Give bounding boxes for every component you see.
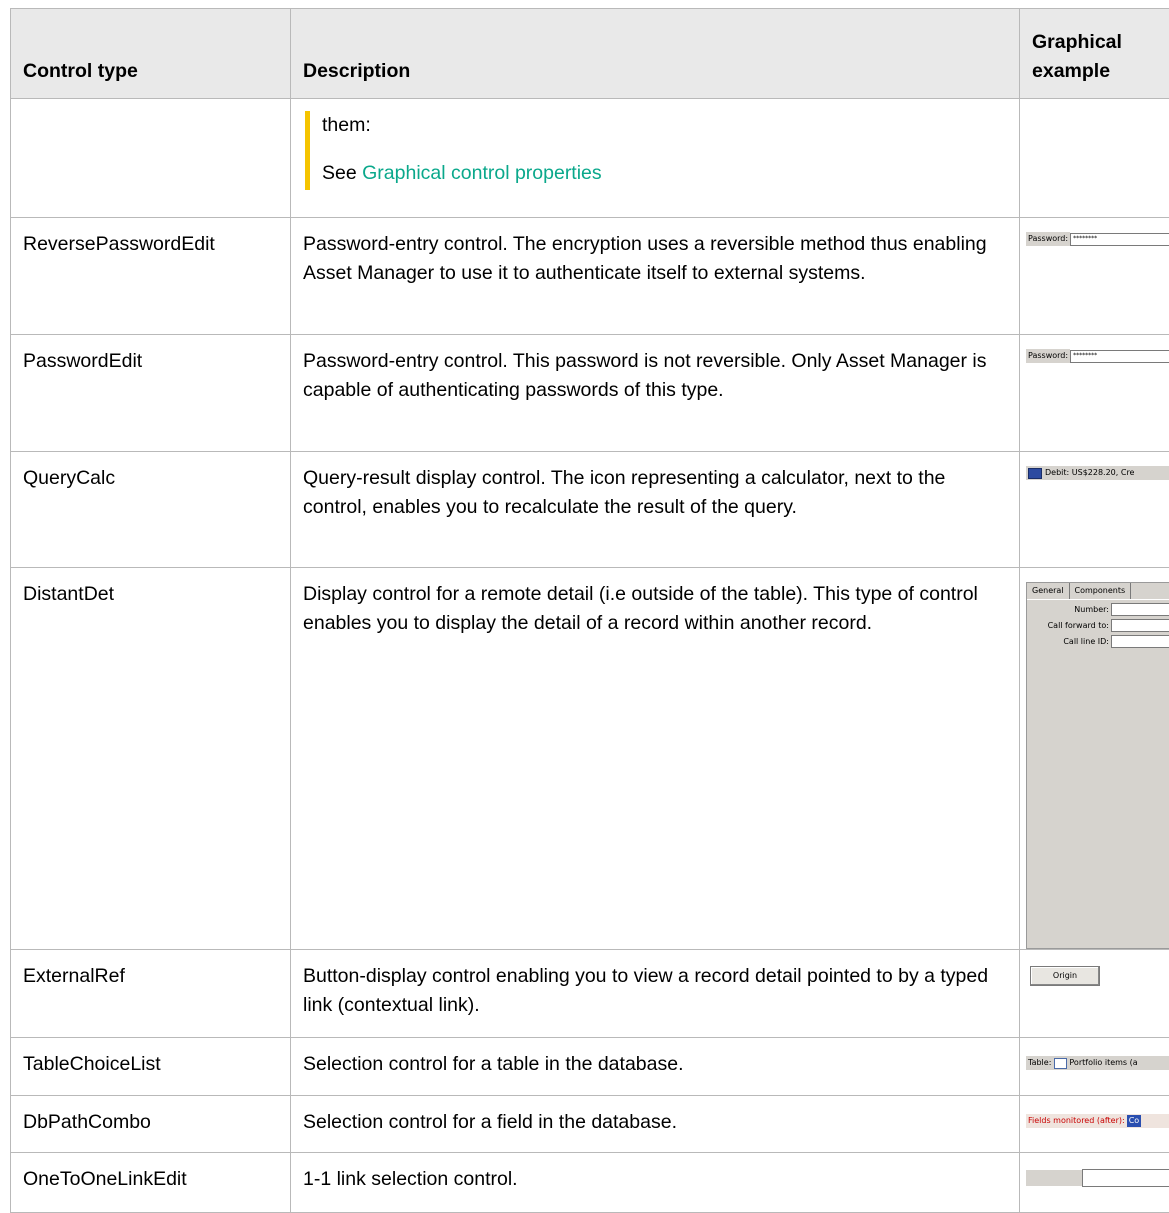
detail-field-row: Number: — [1027, 603, 1169, 616]
cell-description: Password-entry control. The encryption u… — [291, 218, 1020, 335]
table-row: DistantDet Display control for a remote … — [11, 568, 1169, 950]
cell-description: Display control for a remote detail (i.e… — [291, 568, 1020, 950]
cell-control-type: QueryCalc — [11, 452, 291, 568]
cell-example: Table: Portfolio items (a — [1020, 1038, 1169, 1096]
password-example: Password: ******** — [1026, 232, 1169, 246]
cell-description: Password-entry control. This password is… — [291, 335, 1020, 452]
cell-example: Debit: US$228.20, Cre — [1020, 452, 1169, 568]
table-row: TableChoiceList Selection control for a … — [11, 1038, 1169, 1096]
table-row: ReversePasswordEdit Password-entry contr… — [11, 218, 1169, 335]
calculator-icon — [1028, 468, 1042, 479]
header-description: Description — [291, 9, 1020, 99]
call-forward-label: Call forward to: — [1048, 620, 1109, 632]
cell-control-type: DbPathCombo — [11, 1096, 291, 1153]
dbpath-example: Fields monitored (after): Co — [1026, 1114, 1169, 1128]
control-types-table: Control type Description Graphical examp… — [10, 8, 1169, 1213]
cell-example: Origin — [1020, 950, 1169, 1038]
table-row: DbPathCombo Selection control for a fiel… — [11, 1096, 1169, 1153]
table-row: PasswordEdit Password-entry control. Thi… — [11, 335, 1169, 452]
table-row: OneToOneLinkEdit 1-1 link selection cont… — [11, 1153, 1169, 1213]
cell-description: Button-display control enabling you to v… — [291, 950, 1020, 1038]
password-field: ******** — [1070, 233, 1169, 246]
cell-example — [1020, 99, 1169, 218]
table-value: Portfolio items (a — [1069, 1057, 1137, 1069]
call-line-id-field — [1111, 635, 1169, 648]
table-row: QueryCalc Query-result display control. … — [11, 452, 1169, 568]
one-to-one-example — [1026, 1169, 1169, 1187]
table-row: them: See Graphical control properties — [11, 99, 1169, 218]
number-label: Number: — [1074, 604, 1109, 616]
link-field — [1082, 1169, 1169, 1187]
cell-control-type: OneToOneLinkEdit — [11, 1153, 291, 1213]
password-field: ******** — [1070, 350, 1169, 363]
detail-field-row: Call line ID: — [1027, 635, 1169, 648]
password-label: Password: — [1026, 232, 1070, 246]
cell-example — [1020, 1153, 1169, 1213]
password-example: Password: ******** — [1026, 349, 1169, 363]
tab-general: General — [1027, 583, 1070, 599]
graphical-control-properties-link[interactable]: Graphical control properties — [362, 162, 602, 184]
origin-button: Origin — [1030, 966, 1100, 986]
password-label: Password: — [1026, 349, 1070, 363]
link-button-area — [1026, 1170, 1082, 1186]
cell-description: Selection control for a field in the dat… — [291, 1096, 1020, 1153]
cell-description: them: See Graphical control properties — [291, 99, 1020, 218]
cell-description: 1-1 link selection control. — [291, 1153, 1020, 1213]
detail-field-row: Call forward to: — [1027, 619, 1169, 632]
table-icon — [1054, 1058, 1067, 1069]
cell-control-type: TableChoiceList — [11, 1038, 291, 1096]
cell-description: Query-result display control. The icon r… — [291, 452, 1020, 568]
cell-description: Selection control for a table in the dat… — [291, 1038, 1020, 1096]
header-graphical-example: Graphical example — [1020, 9, 1169, 99]
header-control-type: Control type — [11, 9, 291, 99]
querycalc-text: Debit: US$228.20, Cre — [1045, 467, 1134, 479]
cell-control-type — [11, 99, 291, 218]
distantdet-example: General Components Number: Call forward … — [1026, 582, 1169, 949]
table-header-row: Control type Description Graphical examp… — [11, 9, 1169, 99]
cell-control-type: DistantDet — [11, 568, 291, 950]
querycalc-example: Debit: US$228.20, Cre — [1026, 466, 1169, 480]
cell-example: Fields monitored (after): Co — [1020, 1096, 1169, 1153]
note-text: them: — [322, 111, 1007, 140]
note-callout: them: See Graphical control properties — [305, 111, 1007, 190]
cell-control-type: ReversePasswordEdit — [11, 218, 291, 335]
table-row: ExternalRef Button-display control enabl… — [11, 950, 1169, 1038]
call-forward-field — [1111, 619, 1169, 632]
table-label: Table: — [1028, 1057, 1051, 1069]
tab-components: Components — [1070, 583, 1132, 599]
table-choice-example: Table: Portfolio items (a — [1026, 1056, 1169, 1070]
cell-example: Password: ******** — [1020, 218, 1169, 335]
note-see-prefix: See — [322, 162, 362, 184]
number-field — [1111, 603, 1169, 616]
call-line-id-label: Call line ID: — [1063, 636, 1109, 648]
fields-monitored-label: Fields monitored (after): — [1028, 1115, 1125, 1127]
note-see-line: See Graphical control properties — [322, 159, 1007, 188]
cell-example: General Components Number: Call forward … — [1020, 568, 1169, 950]
cell-control-type: ExternalRef — [11, 950, 291, 1038]
cell-example: Password: ******** — [1020, 335, 1169, 452]
cell-control-type: PasswordEdit — [11, 335, 291, 452]
detail-tabs: General Components — [1027, 583, 1169, 600]
fields-monitored-value: Co — [1127, 1115, 1141, 1127]
